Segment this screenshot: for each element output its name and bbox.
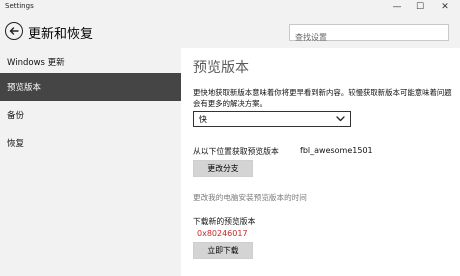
search-box[interactable] (289, 24, 449, 45)
download-title: 下载新的预览版本 (193, 217, 256, 226)
page-title: 更新和恢复 (28, 27, 94, 42)
search-input[interactable] (290, 30, 448, 45)
section-title: 预览版本 (193, 60, 249, 76)
maximize-button[interactable]: ☐ (411, 0, 429, 14)
close-button[interactable]: ✕ (436, 0, 454, 14)
main-content: 预览版本 更快地获取新版本意味着你将更早看到新内容。较慢获取新版本可能意味着问题… (181, 48, 460, 276)
sidebar-item-preview-builds[interactable]: 预览版本 (0, 73, 181, 101)
window-title: Settings (5, 2, 34, 10)
back-button[interactable] (5, 22, 23, 40)
sidebar: Windows 更新 预览版本 备份 恢复 (0, 48, 181, 276)
page-header: 更新和恢复 (0, 14, 460, 48)
chevron-down-icon (336, 116, 345, 122)
back-arrow-icon (9, 27, 19, 35)
sidebar-item-recovery[interactable]: 恢复 (0, 129, 181, 157)
title-bar: Settings — ☐ ✕ (0, 0, 460, 14)
minimize-button[interactable]: — (388, 0, 406, 14)
error-code: 0x80246017 (197, 229, 248, 238)
account-label: 从以下位置获取预览版本 (193, 147, 279, 156)
ring-dropdown-value: 快 (199, 114, 207, 124)
download-now-button[interactable]: 立即下载 (193, 242, 253, 259)
account-value: fbl_awesome1501 (300, 146, 373, 155)
ring-dropdown[interactable]: 快 (193, 111, 351, 127)
sidebar-item-backup[interactable]: 备份 (0, 101, 181, 129)
change-branch-button[interactable]: 更改分支 (193, 160, 253, 177)
description-text: 更快地获取新版本意味着你将更早看到新内容。较慢获取新版本可能意味着问题会有更多的… (193, 88, 452, 108)
change-install-time-link[interactable]: 更改我的电脑安装预览版本的时间 (193, 192, 307, 203)
sidebar-item-windows-update[interactable]: Windows 更新 (0, 48, 181, 76)
